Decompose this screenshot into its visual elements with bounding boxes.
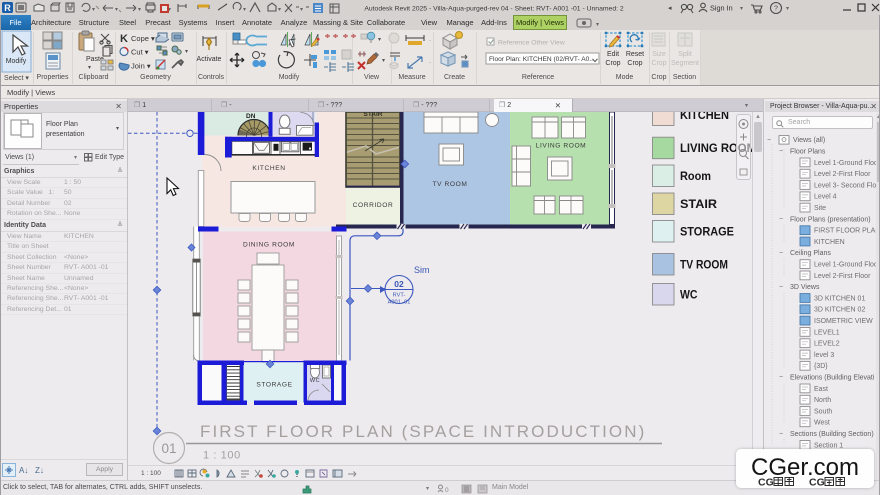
svg-text:▾: ▾ bbox=[92, 7, 95, 13]
svg-text:Size: Size bbox=[652, 51, 666, 58]
svg-text:TV ROOM: TV ROOM bbox=[433, 181, 468, 188]
svg-text:Modify: Modify bbox=[6, 58, 27, 65]
svg-text:R: R bbox=[4, 3, 11, 13]
svg-text:WC: WC bbox=[680, 288, 698, 302]
svg-text:Floor Plan: KITCHEN (02/RVT- A: Floor Plan: KITCHEN (02/RVT- A0... bbox=[489, 56, 595, 63]
svg-text:−: − bbox=[779, 216, 783, 223]
svg-text:Reference Other View: Reference Other View bbox=[498, 40, 565, 47]
svg-text:▾: ▾ bbox=[596, 22, 599, 28]
svg-text:Sign In: Sign In bbox=[710, 4, 733, 13]
svg-text:Cut ▾: Cut ▾ bbox=[131, 48, 149, 57]
svg-text:A001 -01: A001 -01 bbox=[388, 300, 411, 306]
svg-text:−: − bbox=[779, 148, 783, 155]
svg-text:Activate: Activate bbox=[197, 56, 222, 63]
svg-text:▾: ▾ bbox=[138, 7, 141, 13]
svg-text:Room: Room bbox=[680, 169, 711, 183]
svg-text:Segment: Segment bbox=[671, 60, 699, 67]
svg-text:Join ▾: Join ▾ bbox=[131, 62, 151, 71]
svg-text:Cope ▾: Cope ▾ bbox=[131, 34, 155, 43]
svg-text:−: − bbox=[779, 374, 783, 381]
svg-text:Level 4: Level 4 bbox=[814, 194, 837, 201]
svg-text:North: North bbox=[814, 397, 831, 404]
svg-text:Ceiling Plans: Ceiling Plans bbox=[790, 250, 831, 257]
svg-text:3D KITCHEN 01: 3D KITCHEN 01 bbox=[814, 295, 865, 302]
svg-text:West: West bbox=[814, 420, 830, 427]
svg-text:ISOMETRIC VIEW: ISOMETRIC VIEW bbox=[814, 318, 873, 325]
svg-text:WC: WC bbox=[310, 378, 320, 384]
svg-text:Z↓: Z↓ bbox=[35, 466, 44, 475]
svg-text:3D Views: 3D Views bbox=[790, 284, 820, 291]
svg-text:▾: ▾ bbox=[115, 7, 118, 13]
svg-text:Crop: Crop bbox=[605, 60, 620, 67]
svg-text:A↓: A↓ bbox=[19, 466, 28, 475]
svg-text:−: − bbox=[779, 431, 783, 438]
svg-text:Views (all): Views (all) bbox=[793, 137, 825, 144]
svg-text:▾: ▾ bbox=[278, 7, 281, 13]
svg-text:02: 02 bbox=[394, 279, 404, 289]
svg-text:▾: ▾ bbox=[378, 37, 381, 43]
svg-text:Level 2-First Floor: Level 2-First Floor bbox=[814, 273, 871, 280]
svg-text:DINING ROOM: DINING ROOM bbox=[243, 242, 295, 249]
svg-text:DN: DN bbox=[246, 113, 256, 120]
svg-text:STORAGE: STORAGE bbox=[256, 382, 292, 389]
svg-text:▾: ▾ bbox=[382, 58, 385, 64]
svg-text:STAIR: STAIR bbox=[363, 112, 382, 118]
svg-text:▾: ▾ bbox=[88, 65, 91, 71]
svg-text:−: − bbox=[767, 137, 771, 144]
svg-text:Elevations (Building Elevati: Elevations (Building Elevati bbox=[790, 375, 875, 382]
svg-text:Floor Plans: Floor Plans bbox=[790, 149, 826, 156]
svg-text:−: − bbox=[779, 284, 783, 291]
svg-text:KITCHEN: KITCHEN bbox=[680, 112, 729, 122]
svg-text:KITCHEN: KITCHEN bbox=[252, 165, 285, 172]
svg-text:KITCHEN: KITCHEN bbox=[814, 239, 845, 246]
svg-text:Level 3- Second Flo: Level 3- Second Flo bbox=[814, 182, 876, 189]
svg-text:Sections (Building Section): Sections (Building Section) bbox=[790, 431, 874, 438]
svg-text:Level 1-Ground Floo: Level 1-Ground Floo bbox=[814, 160, 876, 167]
svg-text:Edit: Edit bbox=[607, 51, 619, 58]
svg-text:▾: ▾ bbox=[786, 6, 789, 12]
svg-text:?: ? bbox=[774, 6, 778, 13]
svg-text:{3D}: {3D} bbox=[814, 363, 828, 370]
svg-text:South: South bbox=[814, 408, 832, 415]
svg-text:Crop: Crop bbox=[651, 60, 666, 67]
svg-text:STORAGE: STORAGE bbox=[680, 225, 734, 239]
svg-text:3D KITCHEN 02: 3D KITCHEN 02 bbox=[814, 307, 865, 314]
svg-text:CG: CG bbox=[809, 477, 825, 489]
svg-text:1 : 100: 1 : 100 bbox=[203, 450, 241, 462]
svg-text:Autodesk Revit 2025 - Villa-Aq: Autodesk Revit 2025 - Villa-Aqua-purged-… bbox=[364, 6, 624, 13]
svg-text:Split: Split bbox=[678, 51, 692, 58]
svg-text:K: K bbox=[120, 33, 128, 45]
svg-text:Level 2-First Floor: Level 2-First Floor bbox=[814, 171, 871, 178]
svg-text:0: 0 bbox=[445, 487, 449, 494]
svg-text:Level 1-Ground Floo: Level 1-Ground Floo bbox=[814, 262, 876, 269]
svg-text:Crop: Crop bbox=[627, 60, 642, 67]
svg-text:RVT-: RVT- bbox=[393, 293, 406, 299]
svg-text:FIRST FLOOR PLAN: FIRST FLOOR PLAN bbox=[814, 228, 876, 235]
svg-text:FIRST FLOOR PLAN (SPACE INTROD: FIRST FLOOR PLAN (SPACE INTRODUCTION) bbox=[200, 422, 646, 441]
svg-text:Sim: Sim bbox=[414, 265, 430, 275]
svg-text:▾: ▾ bbox=[185, 49, 188, 55]
svg-text:−: − bbox=[779, 250, 783, 257]
svg-text:LIVING ROOM: LIVING ROOM bbox=[536, 143, 587, 150]
svg-text:·: · bbox=[429, 38, 431, 44]
svg-text:01: 01 bbox=[161, 441, 176, 456]
svg-text:LEVEL1: LEVEL1 bbox=[814, 329, 840, 336]
svg-text:◂: ◂ bbox=[668, 5, 672, 12]
svg-text:Reset: Reset bbox=[626, 51, 644, 58]
svg-text:CG: CG bbox=[758, 477, 774, 489]
svg-text:CORRIDOR: CORRIDOR bbox=[353, 202, 394, 209]
svg-text:STAIR: STAIR bbox=[680, 197, 717, 211]
svg-text:TV ROOM: TV ROOM bbox=[680, 258, 728, 272]
svg-text:▾: ▾ bbox=[300, 7, 303, 13]
svg-text:East: East bbox=[814, 386, 828, 393]
svg-text:level 3: level 3 bbox=[814, 352, 834, 359]
svg-text:Site: Site bbox=[814, 205, 826, 212]
svg-text:LEVEL2: LEVEL2 bbox=[814, 341, 840, 348]
svg-text:▾: ▾ bbox=[740, 6, 743, 12]
svg-text:·: · bbox=[429, 60, 431, 66]
svg-text:Floor Plans (presentation): Floor Plans (presentation) bbox=[790, 216, 871, 223]
svg-text:▾: ▾ bbox=[243, 7, 246, 13]
